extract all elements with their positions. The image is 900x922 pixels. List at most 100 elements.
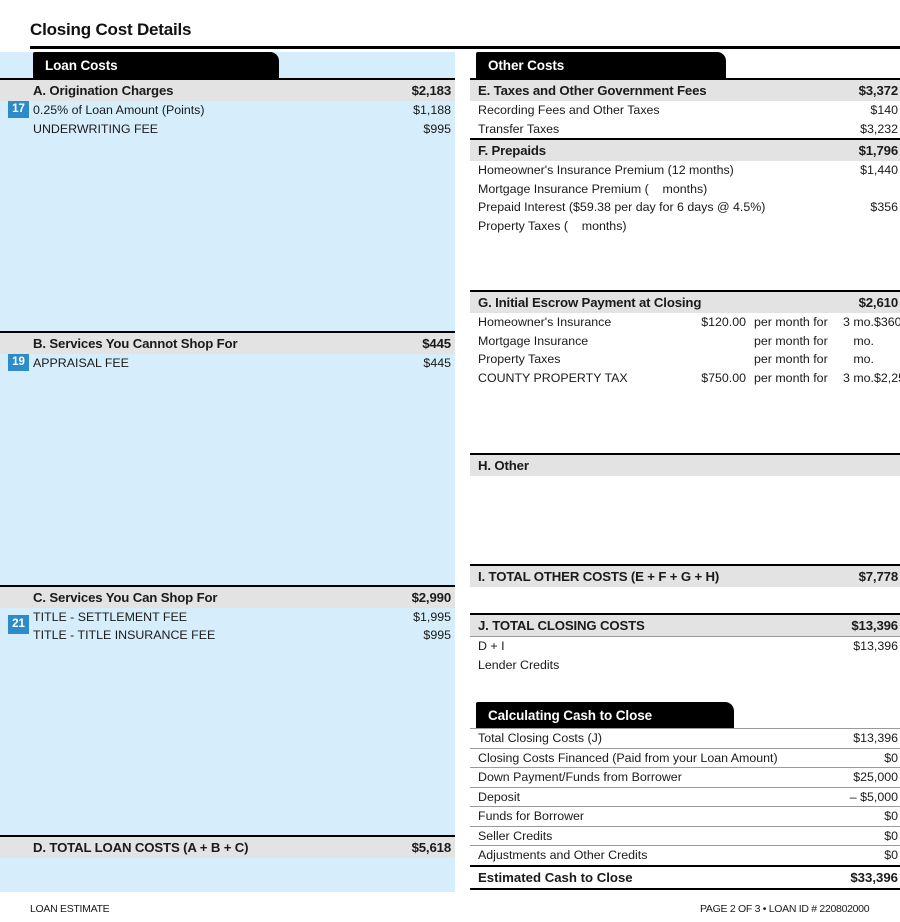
- escrow-line-item: Homeowner's Insurance $120.00 per month …: [470, 313, 900, 332]
- escrow-rate: $120.00: [701, 315, 746, 329]
- line-item: Prepaid Interest ($59.38 per day for 6 d…: [470, 198, 900, 217]
- escrow-months: mo.: [853, 333, 874, 348]
- footer-page-and-loan-id: PAGE 2 OF 3 • LOAN ID # 220802000: [700, 903, 870, 915]
- section-g-label: G. Initial Escrow Payment at Closing: [478, 295, 702, 310]
- section-a: 16 17 A. Origination Charges $2,183 0.25…: [0, 78, 455, 138]
- section-a-amount: $2,183: [411, 83, 452, 98]
- section-h-header: H. Other: [470, 453, 900, 476]
- escrow-label: Homeowner's Insurance: [478, 315, 612, 329]
- section-j-header: J. TOTAL CLOSING COSTS $13,396: [470, 613, 900, 636]
- table-row: Closing Costs Financed (Paid from your L…: [470, 747, 900, 768]
- section-g-spacer: [470, 387, 900, 453]
- other-costs-tab-label: Other Costs: [488, 57, 565, 73]
- line-item-label: Mortgage Insurance Premium ( months): [478, 181, 708, 196]
- section-h: H. Other: [470, 453, 900, 476]
- line-item-amount: $1,995: [413, 609, 451, 624]
- line-item-label: 0.25% of Loan Amount (Points): [33, 103, 205, 117]
- line-item-label: TITLE - TITLE INSURANCE FEE: [33, 628, 216, 642]
- cash-to-close-tab: Calculating Cash to Close: [476, 702, 734, 728]
- section-j-spacer: [470, 674, 900, 702]
- escrow-rate: $750.00: [701, 370, 746, 385]
- estimated-cash-to-close-amount: $33,396: [850, 869, 898, 885]
- section-i: I. TOTAL OTHER COSTS (E + F + G + H) $7,…: [470, 564, 900, 587]
- estimated-cash-to-close-label: Estimated Cash to Close: [478, 869, 633, 885]
- section-a-header: A. Origination Charges $2,183: [0, 78, 455, 101]
- table-row-amount: $13,396: [853, 731, 898, 745]
- escrow-amount: $360: [874, 315, 900, 329]
- table-row-label: Seller Credits: [478, 828, 553, 843]
- escrow-label: COUNTY PROPERTY TAX: [478, 370, 628, 385]
- section-c-label: C. Services You Can Shop For: [33, 589, 218, 605]
- section-g-header: G. Initial Escrow Payment at Closing $2,…: [470, 290, 900, 313]
- line-item-label: Recording Fees and Other Taxes: [478, 103, 660, 117]
- section-d-amount: $5,618: [411, 839, 452, 855]
- line-item-label: Prepaid Interest ($59.38 per day for 6 d…: [478, 200, 766, 214]
- section-j-label: J. TOTAL CLOSING COSTS: [478, 618, 645, 633]
- section-i-spacer: [470, 587, 900, 613]
- escrow-label: Mortgage Insurance: [478, 333, 589, 348]
- line-item-label: Lender Credits: [478, 657, 560, 672]
- section-e-header: E. Taxes and Other Government Fees $3,37…: [470, 78, 900, 101]
- table-row-amount: $0: [884, 809, 898, 823]
- line-item-amount: $445: [423, 356, 451, 370]
- escrow-label: Property Taxes: [478, 352, 561, 366]
- table-row-label: Funds for Borrower: [478, 809, 585, 823]
- loan-costs-tab: Loan Costs: [33, 52, 279, 78]
- line-item: Lender Credits: [470, 656, 900, 675]
- cash-to-close-tab-label: Calculating Cash to Close: [488, 707, 653, 723]
- line-item: TITLE - TITLE INSURANCE FEE $995: [0, 626, 455, 645]
- section-h-spacer: [470, 476, 900, 564]
- section-h-label: H. Other: [478, 458, 529, 473]
- line-item-label: D + I: [478, 639, 505, 653]
- line-item: D + I $13,396: [470, 636, 900, 656]
- section-c: 20 21 C. Services You Can Shop For $2,99…: [0, 584, 455, 645]
- escrow-months: 3 mo.: [843, 370, 874, 385]
- table-row-amount: $0: [884, 828, 898, 843]
- section-b-header: B. Services You Cannot Shop For $445: [0, 331, 455, 354]
- section-f-amount: $1,796: [858, 143, 899, 158]
- table-row-amount: $0: [884, 848, 898, 862]
- loan-costs-column: Loan Costs 16 17 A. Origination Charges …: [0, 52, 455, 858]
- escrow-months: 3 mo.: [843, 315, 874, 329]
- line-item-label: APPRAISAL FEE: [33, 356, 129, 370]
- table-row: Adjustments and Other Credits $0: [470, 845, 900, 865]
- section-f: F. Prepaids $1,796 Homeowner's Insurance…: [470, 138, 900, 235]
- table-row-amount: $25,000: [853, 770, 898, 784]
- line-item: Mortgage Insurance Premium ( months): [470, 180, 900, 199]
- page-title: Closing Cost Details: [30, 20, 192, 39]
- title-divider: [30, 46, 900, 49]
- line-item: 0.25% of Loan Amount (Points) $1,188: [0, 101, 455, 120]
- table-row-label: Closing Costs Financed (Paid from your L…: [478, 750, 778, 765]
- section-i-label: I. TOTAL OTHER COSTS (E + F + G + H): [478, 569, 720, 584]
- line-item: Recording Fees and Other Taxes $140: [470, 101, 900, 120]
- section-i-header: I. TOTAL OTHER COSTS (E + F + G + H) $7,…: [470, 564, 900, 587]
- line-item-amount: $1,440: [860, 163, 898, 177]
- estimated-cash-to-close-row: Estimated Cash to Close $33,396: [470, 864, 900, 890]
- section-a-spacer: [0, 138, 455, 331]
- escrow-amount: $2,250: [874, 370, 900, 385]
- escrow-months: mo.: [853, 352, 874, 366]
- table-row: Seller Credits $0: [470, 825, 900, 846]
- section-e-amount: $3,372: [858, 83, 899, 98]
- cash-to-close-table: Total Closing Costs (J) $13,396 Closing …: [470, 728, 900, 890]
- section-b-label: B. Services You Cannot Shop For: [33, 336, 238, 351]
- section-c-amount: $2,990: [411, 589, 452, 605]
- table-row: Funds for Borrower $0: [470, 806, 900, 826]
- section-d: D. TOTAL LOAN COSTS (A + B + C) $5,618: [0, 834, 455, 858]
- line-item-amount: $3,232: [860, 121, 898, 136]
- line-item-amount: $356: [870, 200, 898, 214]
- section-j: J. TOTAL CLOSING COSTS $13,396 D + I $13…: [470, 613, 900, 674]
- section-d-label: D. TOTAL LOAN COSTS (A + B + C): [33, 839, 249, 855]
- escrow-period-label: per month for: [754, 315, 828, 329]
- line-item: TITLE - SETTLEMENT FEE $1,995: [0, 608, 455, 627]
- escrow-period-label: per month for: [754, 352, 828, 366]
- line-item: Property Taxes ( months): [470, 217, 900, 236]
- line-item: UNDERWRITING FEE $995: [0, 120, 455, 139]
- line-item-label: Property Taxes ( months): [478, 218, 627, 233]
- escrow-line-item: Mortgage Insurance per month for mo.: [470, 332, 900, 351]
- line-item-amount: $13,396: [853, 639, 898, 653]
- section-a-label: A. Origination Charges: [33, 83, 174, 98]
- line-item-label: Homeowner's Insurance Premium (12 months…: [478, 163, 734, 177]
- section-d-header: D. TOTAL LOAN COSTS (A + B + C) $5,618: [0, 834, 455, 858]
- table-row: Down Payment/Funds from Borrower $25,000: [470, 767, 900, 787]
